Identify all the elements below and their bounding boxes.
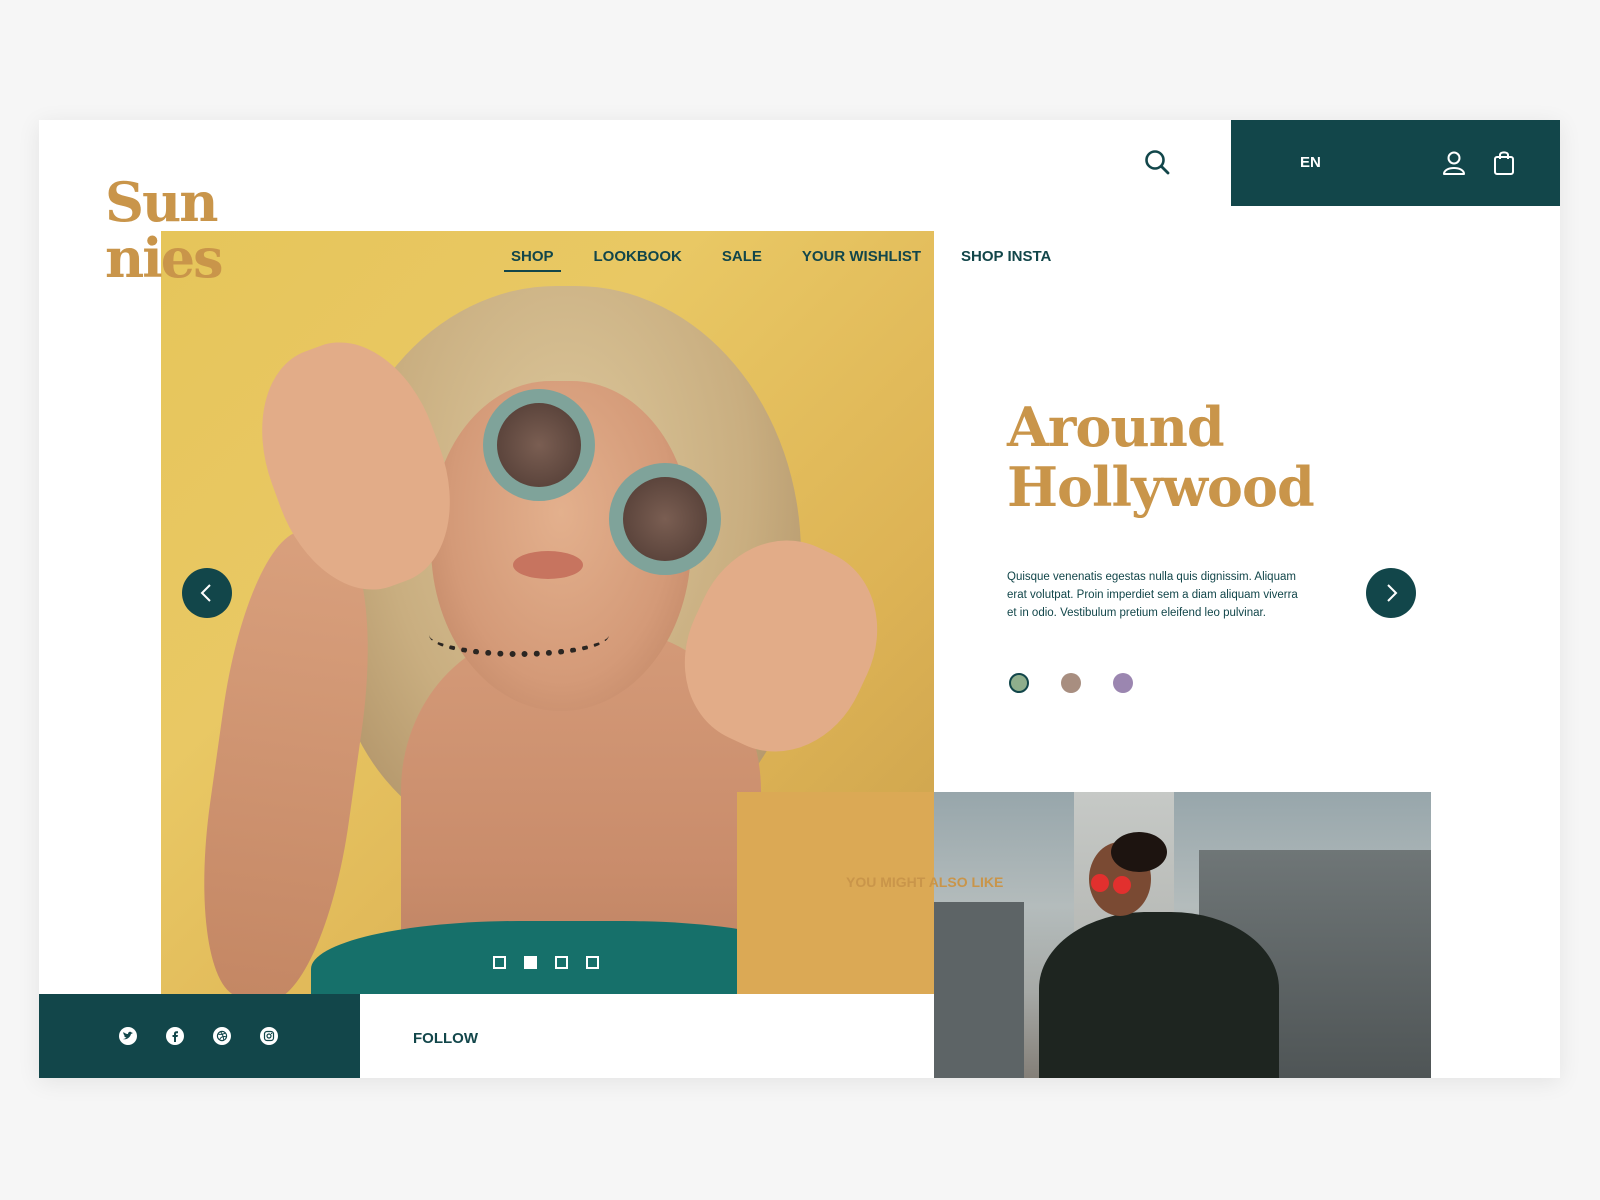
instagram-button[interactable] [260, 1027, 278, 1045]
slide-dot[interactable] [555, 956, 568, 969]
nav-shop[interactable]: SHOP [504, 248, 561, 272]
slide-indicators [493, 956, 617, 969]
promo-image[interactable] [934, 792, 1431, 1078]
search-button[interactable] [1143, 148, 1171, 176]
twitter-icon [123, 1031, 133, 1040]
main-nav: SHOP LOOKBOOK SALE YOUR WISHLIST SHOP IN… [504, 248, 1091, 272]
nav-shop-insta[interactable]: SHOP INSTA [961, 248, 1051, 272]
twitter-button[interactable] [119, 1027, 137, 1045]
cart-button[interactable] [1493, 150, 1515, 176]
hero-description: Quisque venenatis egestas nulla quis dig… [1007, 571, 1298, 619]
brand-logo-line2: nies [105, 226, 224, 290]
hero-title-line2: Hollywood [1007, 455, 1315, 519]
next-slide-button[interactable] [1366, 568, 1416, 618]
brand-logo[interactable]: Sun nies [105, 170, 224, 290]
page-card: Sun nies EN SHOP LOOKBOOK SALE YOUR WISH… [39, 120, 1560, 1078]
language-selector[interactable]: EN [1300, 154, 1321, 171]
facebook-icon [172, 1031, 178, 1042]
follow-label: FOLLOW [413, 1030, 478, 1047]
color-swatch-green[interactable] [1009, 673, 1029, 693]
account-button[interactable] [1441, 150, 1467, 176]
top-bar: EN [1231, 120, 1560, 206]
color-swatch-lavender[interactable] [1113, 673, 1133, 693]
you-might-also-like-link[interactable]: YOU MIGHT ALSO LIKE [846, 874, 1003, 890]
brand-logo-line1: Sun [105, 170, 219, 234]
dribbble-button[interactable] [213, 1027, 231, 1045]
dribbble-icon [216, 1030, 228, 1042]
color-options [1009, 673, 1165, 693]
color-swatch-taupe[interactable] [1061, 673, 1081, 693]
instagram-icon [263, 1030, 275, 1042]
nav-wishlist[interactable]: YOUR WISHLIST [802, 248, 921, 272]
hero-title: Around Hollywood [1007, 395, 1315, 519]
slide-dot[interactable] [586, 956, 599, 969]
search-icon [1145, 150, 1170, 175]
chevron-right-icon [1387, 584, 1398, 602]
chevron-left-icon [200, 584, 211, 602]
user-icon [1443, 151, 1465, 175]
facebook-button[interactable] [166, 1027, 184, 1045]
nav-sale[interactable]: SALE [722, 248, 762, 272]
slide-dot[interactable] [493, 956, 506, 969]
social-bar [39, 994, 360, 1078]
slide-dot[interactable] [524, 956, 537, 969]
hero-title-line1: Around [1007, 395, 1225, 459]
promo-color-block [737, 792, 934, 994]
previous-slide-button[interactable] [182, 568, 232, 618]
shopping-bag-icon [1494, 151, 1514, 175]
nav-lookbook[interactable]: LOOKBOOK [594, 248, 682, 272]
